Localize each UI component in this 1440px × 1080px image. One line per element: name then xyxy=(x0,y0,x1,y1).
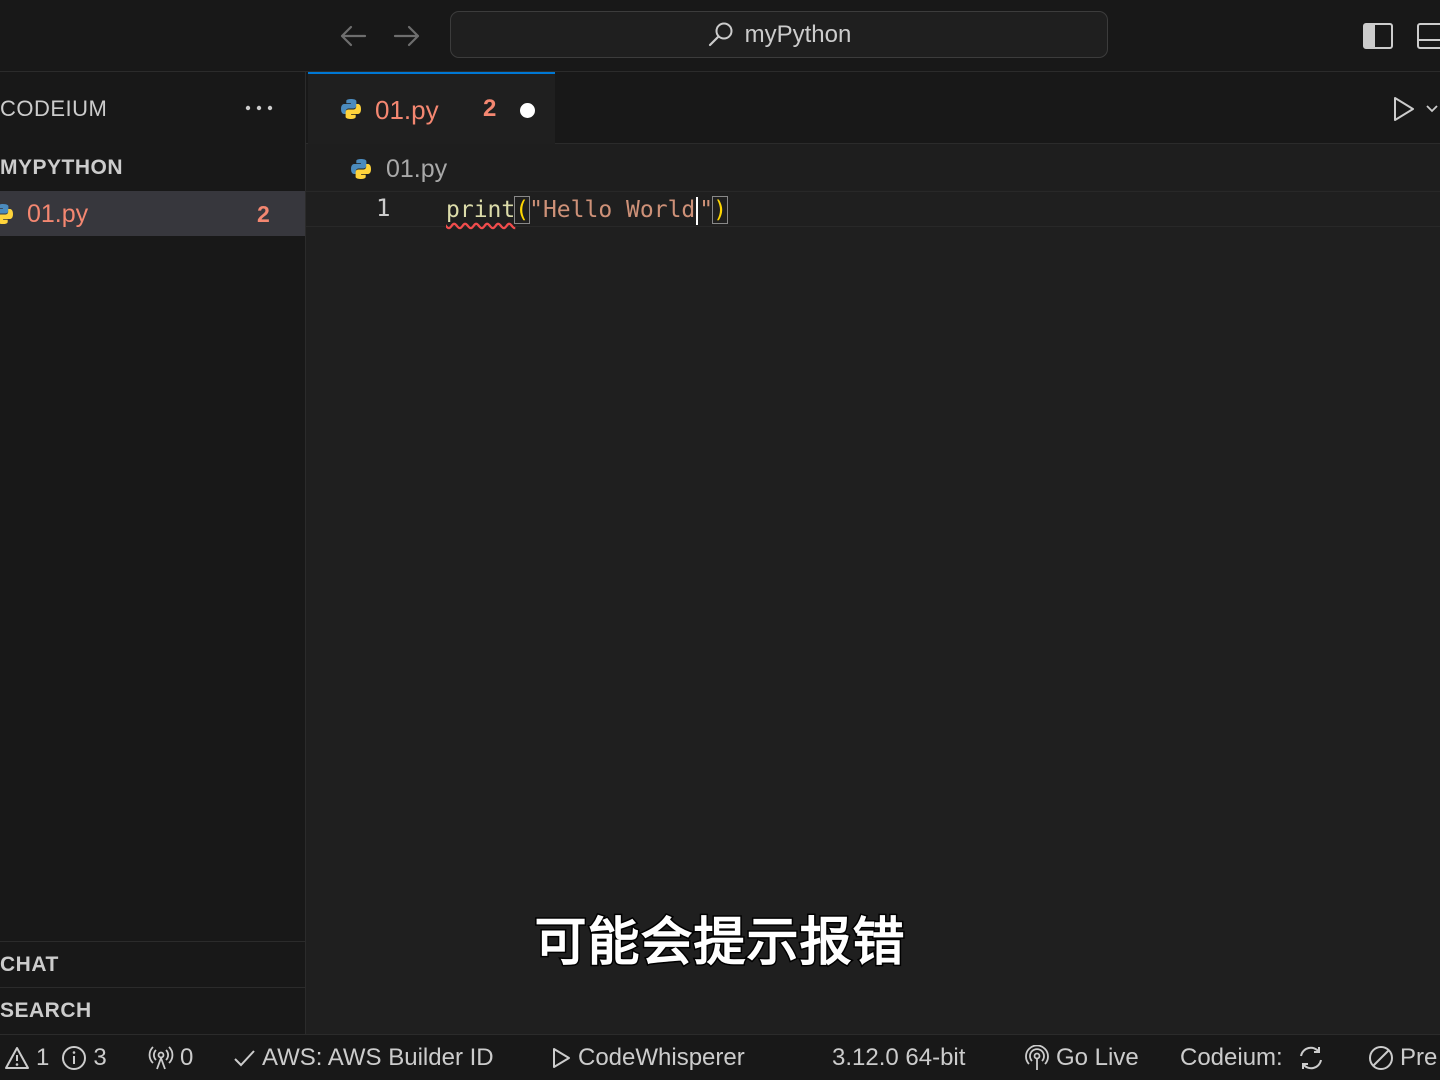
problems-indicator[interactable]: 1 3 xyxy=(4,1035,107,1080)
status-bar: 1 3 0 AWS: AWS Builder ID CodeWhisperer … xyxy=(0,1034,1440,1080)
editor-tab-01-py[interactable]: 01.py 2 xyxy=(308,72,555,144)
line-number: 1 xyxy=(376,194,391,222)
sidebar-title: CODEIUM xyxy=(0,96,108,121)
code-token-function: print xyxy=(446,197,516,223)
command-center-label: myPython xyxy=(744,20,852,48)
search-section-header[interactable]: SEARCH xyxy=(0,987,305,1033)
code-token-string: "Hello World xyxy=(529,197,696,223)
prettier-label: Pre xyxy=(1400,1043,1438,1071)
toggle-panel-icon[interactable] xyxy=(1416,20,1440,52)
ports-indicator[interactable]: 0 xyxy=(148,1035,193,1080)
primary-sidebar: CODEIUM MYPYTHON 01.py 2 CHAT SEARCH xyxy=(0,72,306,1034)
search-icon xyxy=(707,21,735,49)
aws-connection-status[interactable]: AWS: AWS Builder ID xyxy=(232,1035,494,1080)
video-subtitle: 可能会提示报错 xyxy=(533,912,906,975)
python-file-icon xyxy=(350,158,372,180)
forward-arrow-icon[interactable] xyxy=(392,22,422,50)
python-interpreter-selector[interactable]: 3.12.0 64-bit xyxy=(832,1035,965,1080)
warning-count: 1 xyxy=(36,1043,50,1071)
python-version-label: 3.12.0 64-bit xyxy=(832,1043,966,1071)
more-actions-icon[interactable] xyxy=(244,96,274,120)
editor-tab-bar: 01.py 2 xyxy=(306,72,1440,144)
sync-icon xyxy=(1297,1045,1325,1071)
breadcrumb[interactable]: 01.py xyxy=(350,152,447,186)
back-arrow-icon[interactable] xyxy=(338,22,368,50)
command-center-search[interactable]: myPython xyxy=(450,11,1108,58)
unsaved-dot-icon[interactable] xyxy=(520,103,535,118)
title-bar: myPython xyxy=(0,0,1440,72)
codeium-label: Codeium: xyxy=(1180,1043,1283,1071)
prohibited-icon xyxy=(1368,1045,1394,1071)
python-file-icon xyxy=(340,98,362,120)
info-icon xyxy=(61,1045,87,1071)
go-live-label: Go Live xyxy=(1056,1043,1139,1071)
explorer-folder-header[interactable]: MYPYTHON xyxy=(0,156,123,180)
broadcast-icon xyxy=(148,1045,174,1071)
codeium-status[interactable]: Codeium: xyxy=(1180,1035,1325,1080)
breadcrumb-file: 01.py xyxy=(386,154,448,183)
explorer-file-item[interactable]: 01.py 2 xyxy=(0,191,305,236)
tab-problem-count: 2 xyxy=(483,95,497,122)
chevron-down-icon[interactable] xyxy=(1424,100,1440,116)
aws-label: AWS: AWS Builder ID xyxy=(262,1043,494,1071)
explorer-file-name: 01.py xyxy=(27,200,89,228)
codewhisperer-status[interactable]: CodeWhisperer xyxy=(550,1035,745,1080)
search-section-label: SEARCH xyxy=(0,999,92,1022)
code-token-string-end: " xyxy=(699,197,714,223)
warning-icon xyxy=(4,1046,30,1070)
check-icon xyxy=(232,1046,256,1070)
python-file-icon xyxy=(0,203,14,225)
codewhisperer-label: CodeWhisperer xyxy=(578,1043,745,1071)
code-token-paren-close: ) xyxy=(712,196,728,224)
info-count: 3 xyxy=(93,1043,107,1071)
text-cursor xyxy=(696,196,699,225)
play-icon xyxy=(550,1046,572,1070)
ports-count: 0 xyxy=(180,1043,194,1071)
code-token-paren-open: ( xyxy=(514,196,531,224)
run-python-file-icon[interactable] xyxy=(1388,94,1418,124)
tab-label: 01.py xyxy=(375,95,439,125)
prettier-status[interactable]: Pre xyxy=(1368,1035,1437,1080)
explorer-problem-count: 2 xyxy=(257,201,270,227)
go-live-button[interactable]: Go Live xyxy=(1024,1035,1139,1080)
code-line[interactable]: print("Hello World ") xyxy=(446,195,728,225)
toggle-primary-sidebar-icon[interactable] xyxy=(1362,20,1394,52)
go-live-broadcast-icon xyxy=(1024,1044,1050,1071)
